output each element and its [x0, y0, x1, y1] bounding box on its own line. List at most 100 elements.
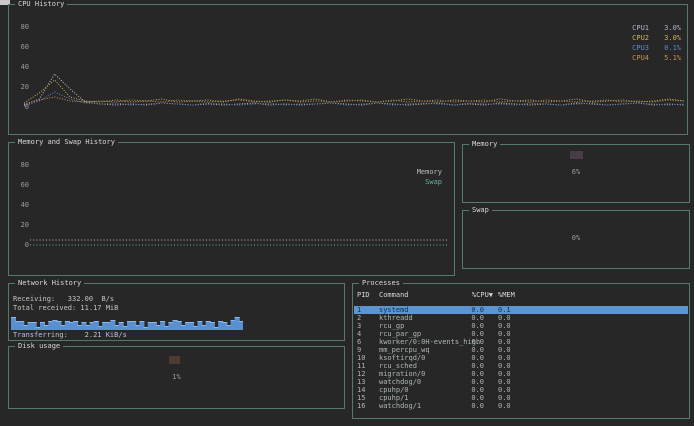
process-cell: 0.0 — [498, 354, 511, 362]
process-cell: 0.0 — [453, 314, 484, 322]
column-command[interactable]: Command — [379, 291, 409, 299]
process-cell: mm_percpu_wq — [379, 346, 430, 354]
process-cell: 0.0 — [453, 330, 484, 338]
process-cell: 9 — [357, 346, 361, 354]
swap-gauge-title: Swap — [469, 206, 492, 215]
process-cell: 6 — [357, 338, 361, 346]
process-row[interactable]: 10 ksoftirqd/0 0.0 0.0 — [354, 354, 688, 362]
process-cell: 0.0 — [498, 330, 511, 338]
legend-item-swap: Swap — [417, 177, 442, 187]
process-cell: 0.0 — [453, 322, 484, 330]
process-cell: 0.0 — [453, 378, 484, 386]
legend-item-cpu2: CPU23.0% — [632, 33, 681, 43]
process-cell: cpuhp/1 — [379, 394, 409, 402]
process-cell: 0.0 — [498, 338, 511, 346]
process-cell: watchdog/0 — [379, 378, 421, 386]
process-row[interactable]: 4 rcu_par_gp 0.0 0.0 — [354, 330, 688, 338]
process-cell: ksoftirqd/0 — [379, 354, 425, 362]
process-cell: kthreadd — [379, 314, 413, 322]
network-history-title: Network History — [15, 279, 84, 288]
process-cell: 16 — [357, 402, 365, 410]
process-cell: 12 — [357, 370, 365, 378]
cpu-history-chart — [23, 5, 685, 109]
network-history-panel: Network History Receiving: 332.00 B/s To… — [8, 283, 345, 341]
process-cell: 0.0 — [453, 394, 484, 402]
process-cell: 0.0 — [453, 386, 484, 394]
process-cell: 0.0 — [498, 394, 511, 402]
legend-item-memory: Memory — [417, 167, 442, 177]
process-row[interactable]: 13 watchdog/0 0.0 0.0 — [354, 378, 688, 386]
legend-item-cpu1: CPU13.0% — [632, 23, 681, 33]
process-cell: 0.0 — [498, 346, 511, 354]
process-cell: 0.0 — [453, 306, 484, 314]
process-cell: 14 — [357, 386, 365, 394]
process-row[interactable]: 11rcu_sched0.00.0 — [354, 362, 688, 370]
y-tick-label: 40 — [15, 201, 29, 209]
network-transferring: Transferring: 2.21 KiB/s — [13, 331, 127, 340]
cpu-history-panel: CPU History 020406080 CPU13.0%CPU23.0%CP… — [8, 4, 688, 135]
process-row[interactable]: 12 migration/0 0.0 0.0 — [354, 370, 688, 378]
processes-header: PID Command %CPU▼ %MEM — [353, 291, 689, 299]
memory-swap-legend: MemorySwap — [417, 167, 442, 187]
process-cell: 1 — [357, 306, 361, 314]
disk-gauge-value: 1% — [9, 373, 344, 382]
swap-gauge-dots-icon — [570, 217, 583, 225]
process-cell: 0.0 — [453, 362, 484, 370]
column-cpu[interactable]: %CPU▼ — [453, 291, 493, 299]
memory-gauge-panel: Memory 6% — [462, 144, 690, 203]
process-cell: 0.0 — [498, 402, 511, 410]
process-cell: 4 — [357, 330, 361, 338]
process-cell: migration/0 — [379, 370, 425, 378]
process-cell: 0.0 — [453, 370, 484, 378]
process-row[interactable]: 6kworker/0:0H-events_high0.00.0 — [354, 338, 688, 346]
memory-swap-chart — [29, 143, 449, 247]
process-cell: 11 — [357, 362, 365, 370]
network-chart — [11, 314, 243, 330]
process-cell: 0.0 — [453, 354, 484, 362]
process-row[interactable]: 1systemd0.00.1 — [354, 306, 688, 314]
process-cell: systemd — [379, 306, 409, 314]
cpu-legend: CPU13.0%CPU23.0%CPU30.1%CPU45.1% — [632, 23, 681, 63]
process-cell: 15 — [357, 394, 365, 402]
process-cell: 13 — [357, 378, 365, 386]
disk-usage-title: Disk usage — [15, 342, 63, 351]
memory-gauge-value: 6% — [463, 168, 689, 177]
memory-gauge-dots-icon — [570, 151, 583, 159]
process-cell: 0.0 — [498, 386, 511, 394]
process-cell: cpuhp/0 — [379, 386, 409, 394]
process-cell: 2 — [357, 314, 361, 322]
process-row[interactable]: 9 mm_percpu_wq 0.0 0.0 — [354, 346, 688, 354]
process-row[interactable]: 15 cpuhp/1 0.0 0.0 — [354, 394, 688, 402]
process-cell: 10 — [357, 354, 365, 362]
process-cell: 0.0 — [498, 378, 511, 386]
y-tick-label: 60 — [15, 181, 29, 189]
processes-title: Processes — [359, 279, 403, 288]
process-cell: 0.0 — [498, 314, 511, 322]
process-cell: 0.0 — [498, 370, 511, 378]
y-tick-label: 80 — [15, 161, 29, 169]
swap-gauge-value: 0% — [463, 234, 689, 243]
process-cell: 3 — [357, 322, 361, 330]
legend-item-cpu3: CPU30.1% — [632, 43, 681, 53]
process-cell: 0.0 — [453, 346, 484, 354]
memory-gauge-title: Memory — [469, 140, 500, 149]
swap-gauge-panel: Swap 0% — [462, 210, 690, 269]
y-tick-label: 0 — [15, 241, 29, 249]
process-row[interactable]: 14 cpuhp/0 0.0 0.0 — [354, 386, 688, 394]
process-row[interactable]: 3rcu_gp0.00.0 — [354, 322, 688, 330]
process-cell: rcu_sched — [379, 362, 417, 370]
process-cell: 0.0 — [453, 402, 484, 410]
column-mem[interactable]: %MEM — [498, 291, 515, 299]
network-receiving: Receiving: 332.00 B/s — [13, 295, 114, 304]
process-row[interactable]: 16 watchdog/1 0.0 0.0 — [354, 402, 688, 410]
process-row[interactable]: 2 kthreadd 0.0 0.0 — [354, 314, 688, 322]
process-cell: 0.0 — [498, 322, 511, 330]
process-cell: watchdog/1 — [379, 402, 421, 410]
column-pid[interactable]: PID — [357, 291, 370, 299]
disk-gauge-dots-icon — [169, 356, 180, 364]
memory-swap-history-panel: Memory and Swap History 020406080 Memory… — [8, 142, 455, 276]
legend-item-cpu4: CPU45.1% — [632, 53, 681, 63]
processes-panel: Processes PID Command %CPU▼ %MEM 1system… — [352, 283, 690, 419]
process-cell: rcu_par_gp — [379, 330, 421, 338]
disk-usage-panel: Disk usage 1% — [8, 346, 345, 409]
